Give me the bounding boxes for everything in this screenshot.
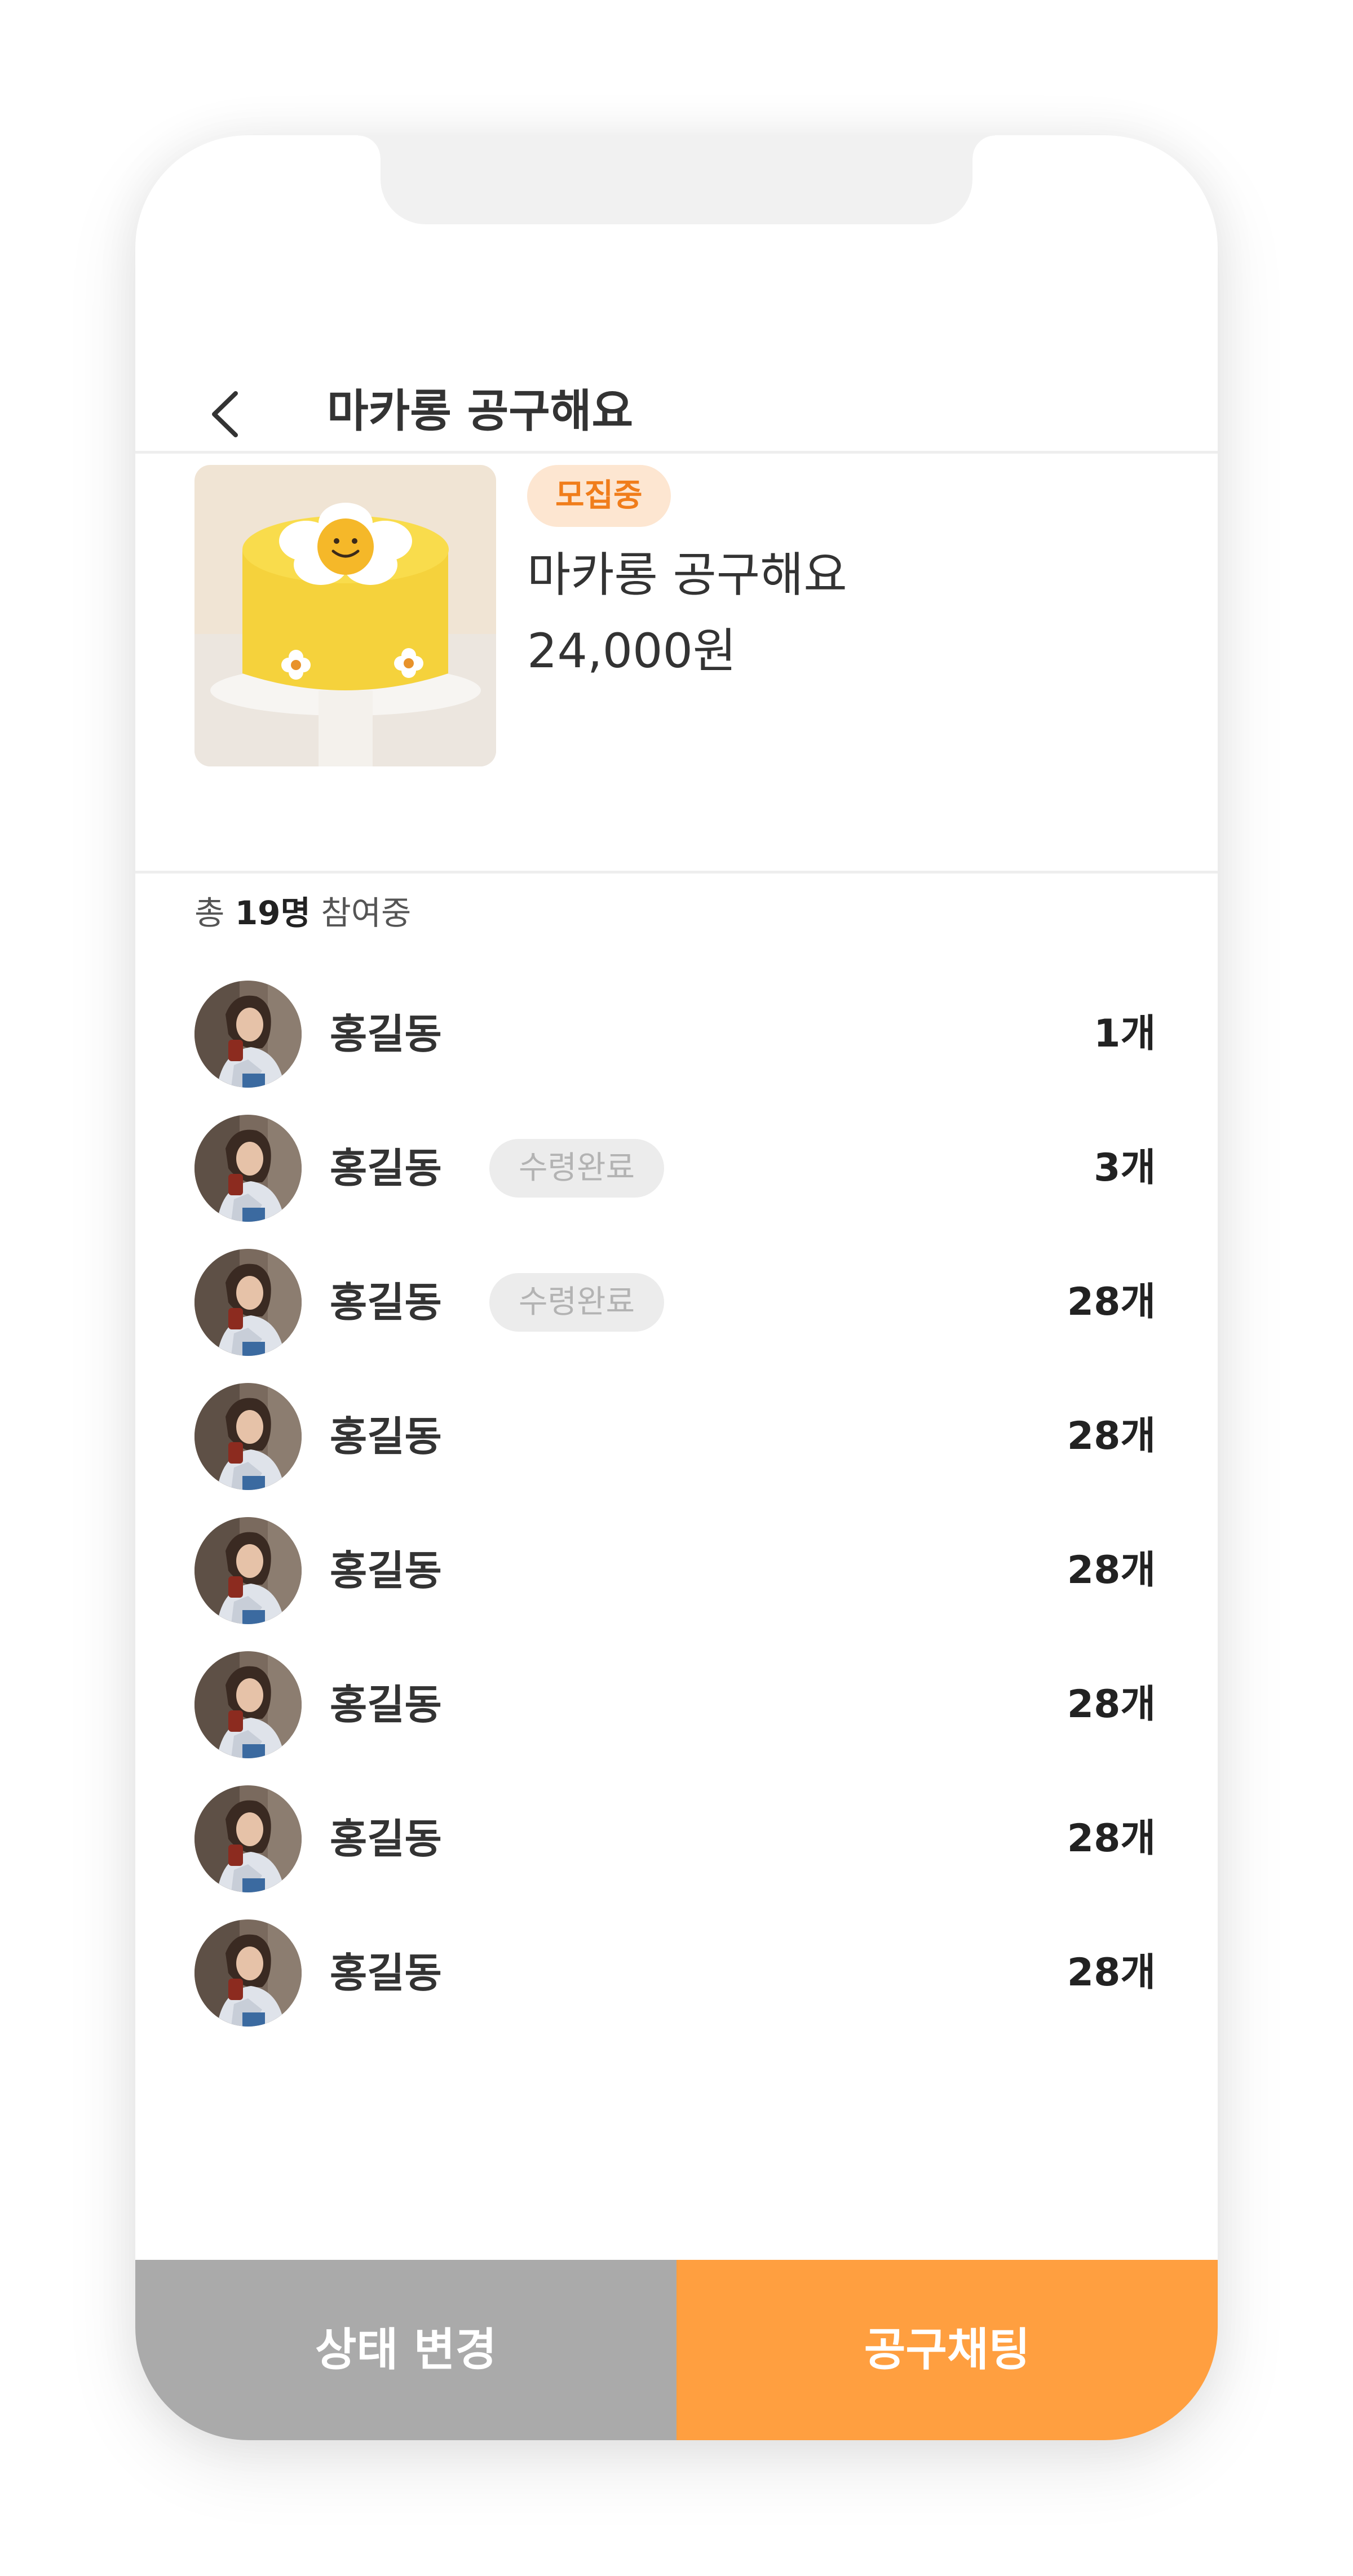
received-status-badge: 수령완료 [489, 1273, 665, 1332]
avatar [194, 1785, 302, 1892]
participant-row[interactable]: 홍길동 28개 [135, 1919, 1218, 2032]
back-button[interactable] [197, 383, 259, 445]
participant-row[interactable]: 홍길동 수령완료 28개 [135, 1249, 1218, 1362]
phone-notch [358, 135, 995, 224]
participant-row[interactable]: 홍길동 28개 [135, 1651, 1218, 1764]
participant-name: 홍길동 [330, 1681, 442, 1728]
phone-frame: 마카롱 공구해요 모집중 마카롱 공구해요 24,000원 총 19명 참여중 … [135, 135, 1218, 2440]
avatar [194, 1651, 302, 1758]
participant-name: 홍길동 [330, 1279, 442, 1326]
avatar [194, 1517, 302, 1624]
product-price: 24,000원 [527, 623, 737, 679]
page-title: 마카롱 공구해요 [327, 385, 634, 437]
participant-quantity: 3개 [1094, 1146, 1156, 1190]
avatar [194, 1115, 302, 1222]
participant-name: 홍길동 [330, 1949, 442, 1997]
user-photo-avatar [194, 1115, 302, 1222]
avatar [194, 1249, 302, 1356]
participant-row[interactable]: 홍길동 수령완료 3개 [135, 1115, 1218, 1227]
chevron-left-icon [212, 391, 238, 437]
participant-row[interactable]: 홍길동 28개 [135, 1785, 1218, 1898]
user-photo-avatar [194, 1249, 302, 1356]
header: 마카롱 공구해요 [135, 372, 1218, 451]
user-photo-avatar [194, 1517, 302, 1624]
participant-row[interactable]: 홍길동 28개 [135, 1517, 1218, 1630]
product-name: 마카롱 공구해요 [527, 547, 847, 602]
avatar [194, 981, 302, 1088]
user-photo-avatar [194, 1651, 302, 1758]
summary-prefix: 총 [194, 894, 225, 932]
participant-quantity: 28개 [1067, 1548, 1156, 1593]
participant-name: 홍길동 [330, 1815, 442, 1863]
participant-quantity: 28개 [1067, 1414, 1156, 1458]
participant-summary: 총 19명 참여중 [194, 890, 411, 935]
participant-quantity: 1개 [1094, 1012, 1156, 1056]
participant-count: 19명 [235, 894, 311, 932]
avatar [194, 1919, 302, 2027]
participant-quantity: 28개 [1067, 1950, 1156, 1995]
participant-row[interactable]: 홍길동 1개 [135, 981, 1218, 1093]
user-photo-avatar [194, 1785, 302, 1892]
product-divider [135, 871, 1218, 874]
cake-image [194, 465, 496, 766]
group-chat-button[interactable]: 공구채팅 [676, 2260, 1218, 2440]
bottom-action-bar: 상태 변경 공구채팅 [135, 2260, 1218, 2440]
user-photo-avatar [194, 1383, 302, 1490]
participant-row[interactable]: 홍길동 28개 [135, 1383, 1218, 1496]
participant-name: 홍길동 [330, 1547, 442, 1594]
participant-quantity: 28개 [1067, 1816, 1156, 1861]
status-badge: 모집중 [527, 465, 671, 527]
participant-name: 홍길동 [330, 1145, 442, 1192]
product-image [194, 465, 496, 766]
avatar [194, 1383, 302, 1490]
participant-quantity: 28개 [1067, 1280, 1156, 1324]
summary-suffix: 참여중 [321, 894, 412, 932]
change-status-button[interactable]: 상태 변경 [135, 2260, 676, 2440]
participant-name: 홍길동 [330, 1010, 442, 1058]
user-photo-avatar [194, 1919, 302, 2027]
participant-quantity: 28개 [1067, 1682, 1156, 1727]
participant-name: 홍길동 [330, 1413, 442, 1460]
received-status-badge: 수령완료 [489, 1139, 665, 1198]
header-divider [135, 451, 1218, 454]
user-photo-avatar [194, 981, 302, 1088]
